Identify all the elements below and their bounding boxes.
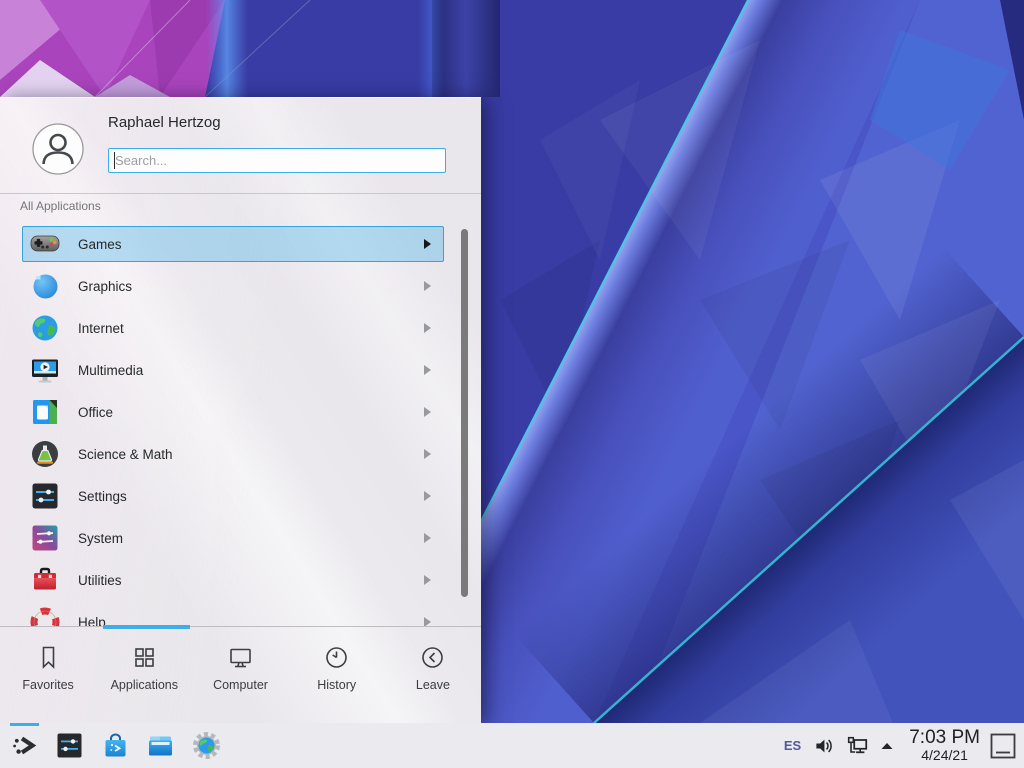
tab-label: Leave — [416, 678, 450, 692]
system-settings-icon[interactable] — [55, 731, 84, 760]
category-row-utilities[interactable]: Utilities — [22, 562, 444, 598]
submenu-arrow-icon — [424, 239, 431, 249]
system-sliders-icon — [29, 522, 61, 554]
category-label: Settings — [78, 489, 424, 504]
submenu-arrow-icon — [424, 281, 431, 291]
submenu-arrow-icon — [424, 323, 431, 333]
tab-history[interactable]: History — [289, 627, 385, 724]
volume-icon[interactable] — [813, 735, 835, 757]
launcher-header: Raphael Hertzog — [0, 98, 481, 194]
submenu-arrow-icon — [424, 533, 431, 543]
application-category-list: Games Graphics — [0, 218, 481, 626]
computer-monitor-icon — [227, 644, 254, 671]
category-label: Games — [78, 237, 424, 252]
multimedia-monitor-icon — [29, 354, 61, 386]
tab-leave[interactable]: Leave — [385, 627, 481, 724]
taskbar-panel: ES 7:03 PM 4/24/21 — [0, 723, 1024, 768]
tab-applications[interactable]: Applications — [96, 627, 192, 724]
clock-time: 7:03 PM — [909, 728, 980, 748]
tab-label: History — [317, 678, 356, 692]
category-label: System — [78, 531, 424, 546]
list-scrollbar[interactable] — [461, 229, 468, 597]
application-launcher-popup: Raphael Hertzog All Applications — [0, 97, 481, 724]
keyboard-layout-indicator[interactable]: ES — [784, 738, 801, 753]
category-row-system[interactable]: System — [22, 520, 444, 556]
discover-bag-icon[interactable] — [101, 731, 130, 760]
wired-network-icon[interactable] — [845, 734, 869, 758]
section-label: All Applications — [20, 199, 101, 213]
desktop: Raphael Hertzog All Applications — [0, 0, 1024, 768]
internet-globe-icon — [29, 312, 61, 344]
category-label: Graphics — [78, 279, 424, 294]
settings-sliders-icon — [29, 480, 61, 512]
tab-label: Computer — [213, 678, 268, 692]
active-tab-indicator — [103, 625, 190, 629]
category-row-science-math[interactable]: Science & Math — [22, 436, 444, 472]
system-tray: ES 7:03 PM 4/24/21 — [784, 723, 1018, 768]
bookmark-icon — [35, 644, 62, 671]
user-avatar-icon[interactable] — [32, 123, 84, 175]
help-lifebuoy-icon — [29, 606, 61, 626]
history-clock-icon — [323, 644, 350, 671]
digital-clock[interactable]: 7:03 PM 4/24/21 — [909, 728, 980, 763]
submenu-arrow-icon — [424, 575, 431, 585]
launcher-tab-bar: Favorites Applications Computer — [0, 626, 481, 724]
clock-date: 4/24/21 — [921, 748, 968, 763]
launcher-open-indicator — [10, 723, 39, 726]
graphics-sphere-icon — [29, 270, 61, 302]
user-name: Raphael Hertzog — [108, 114, 221, 131]
search-input[interactable] — [108, 148, 446, 173]
tab-favorites[interactable]: Favorites — [0, 627, 96, 724]
leave-back-icon — [419, 644, 446, 671]
submenu-arrow-icon — [424, 407, 431, 417]
submenu-arrow-icon — [424, 617, 431, 626]
category-row-settings[interactable]: Settings — [22, 478, 444, 514]
category-row-internet[interactable]: Internet — [22, 310, 444, 346]
gamepad-icon — [29, 228, 61, 260]
app-grid-icon — [131, 644, 158, 671]
category-row-help[interactable]: Help — [22, 604, 444, 626]
category-label: Science & Math — [78, 447, 424, 462]
browser-globe-gear-icon[interactable] — [192, 731, 221, 760]
show-desktop-button[interactable] — [990, 733, 1016, 759]
category-label: Internet — [78, 321, 424, 336]
tab-label: Favorites — [22, 678, 73, 692]
category-row-office[interactable]: Office — [22, 394, 444, 430]
category-label: Utilities — [78, 573, 424, 588]
utilities-toolbox-icon — [29, 564, 61, 596]
expand-tray-caret-icon[interactable] — [879, 738, 895, 754]
tab-label: Applications — [111, 678, 178, 692]
category-label: Multimedia — [78, 363, 424, 378]
tab-computer[interactable]: Computer — [192, 627, 288, 724]
file-manager-folder-icon[interactable] — [146, 731, 175, 760]
category-row-graphics[interactable]: Graphics — [22, 268, 444, 304]
category-row-multimedia[interactable]: Multimedia — [22, 352, 444, 388]
kickoff-launcher-icon[interactable] — [10, 731, 39, 760]
category-label: Office — [78, 405, 424, 420]
submenu-arrow-icon — [424, 365, 431, 375]
science-flask-icon — [29, 438, 61, 470]
submenu-arrow-icon — [424, 491, 431, 501]
submenu-arrow-icon — [424, 449, 431, 459]
category-row-games[interactable]: Games — [22, 226, 444, 262]
text-caret — [114, 152, 115, 169]
office-document-icon — [29, 396, 61, 428]
